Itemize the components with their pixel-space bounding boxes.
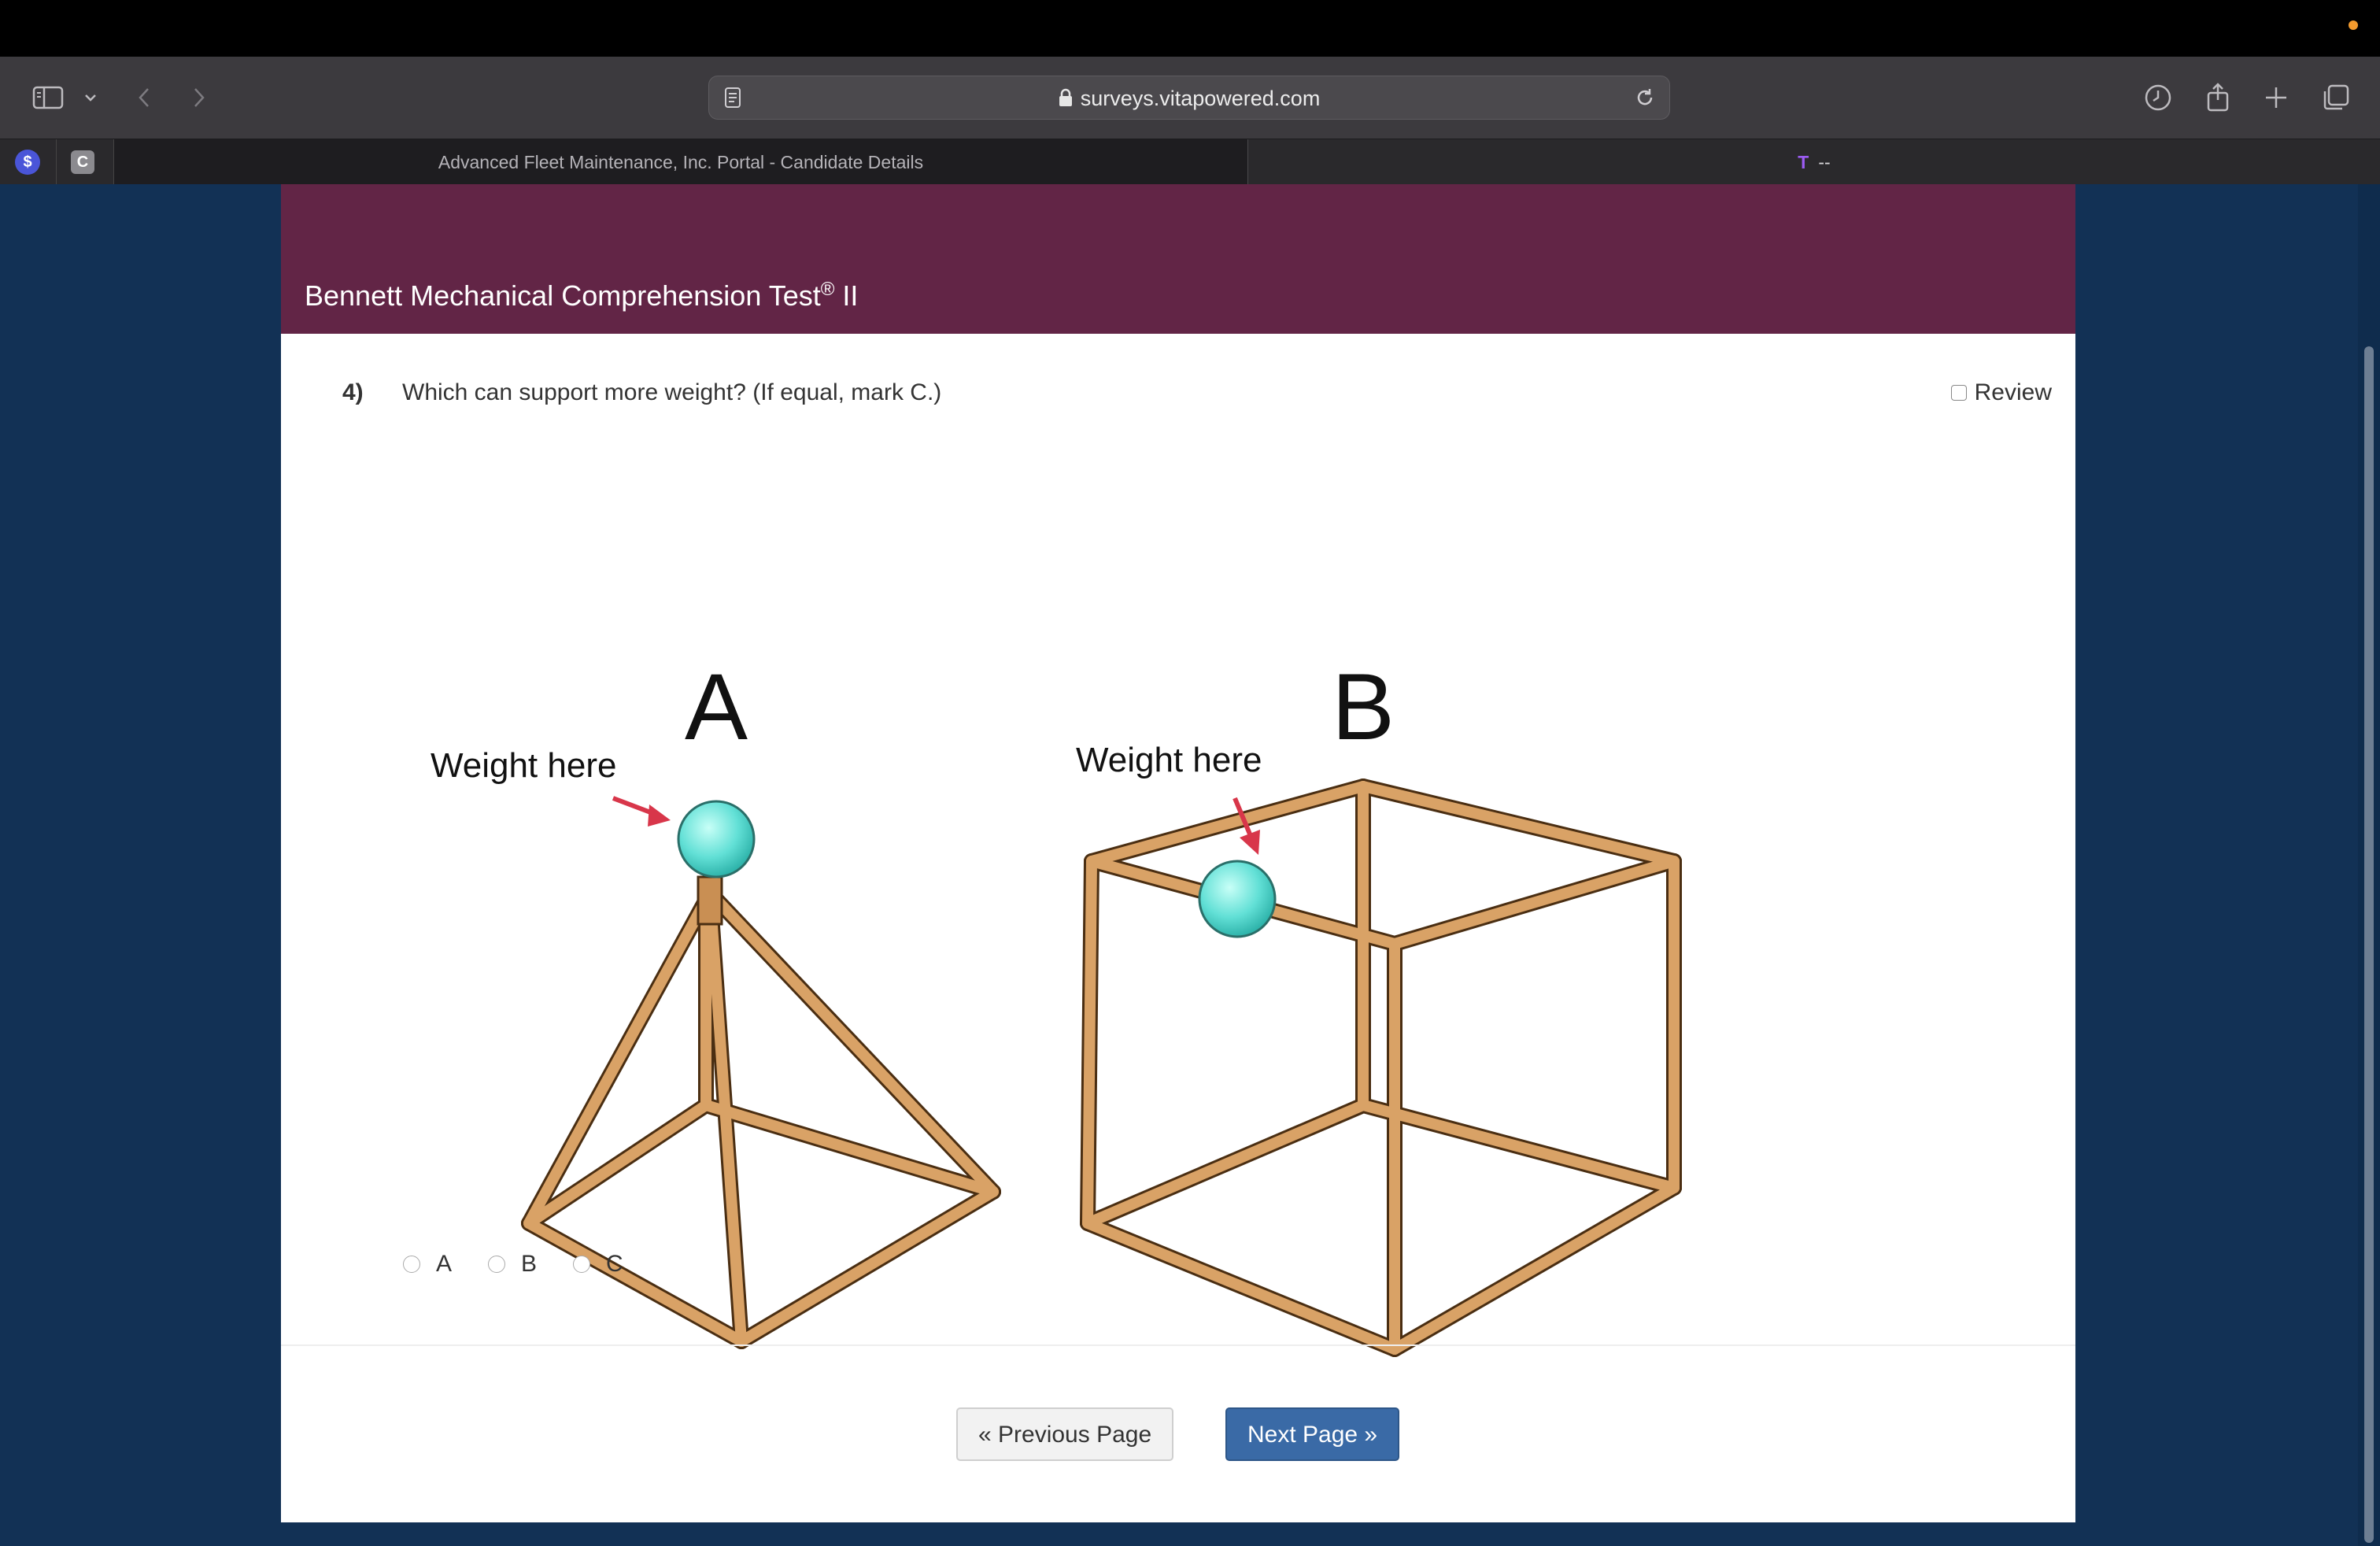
status-dot	[2349, 20, 2358, 30]
title-registered-mark: ®	[820, 279, 835, 300]
tab-divider	[56, 139, 57, 185]
lock-icon	[1059, 78, 1073, 122]
history-icon[interactable]	[2142, 76, 2174, 120]
scrollbar-thumb[interactable]	[2364, 346, 2374, 1543]
pinned-tab-dollar[interactable]: $	[15, 150, 40, 175]
survey-card: Bennett Mechanical Comprehension Test® I…	[281, 184, 2075, 1522]
structure-b	[1080, 779, 1682, 1357]
next-page-button[interactable]: Next Page »	[1225, 1407, 1400, 1461]
tab-candidate-details[interactable]: Advanced Fleet Maintenance, Inc. Portal …	[114, 139, 1248, 185]
figure-label-b: B	[1332, 654, 1395, 760]
option-label: B	[521, 1251, 538, 1277]
pinned-tab-c[interactable]: C	[71, 150, 94, 174]
tab-bar: $ C Advanced Fleet Maintenance, Inc. Por…	[0, 139, 2380, 185]
chevron-down-icon[interactable]	[80, 76, 101, 120]
back-icon[interactable]	[132, 76, 156, 120]
sidebar-icon[interactable]	[30, 76, 66, 120]
option-label: A	[436, 1251, 453, 1277]
review-toggle[interactable]: Review	[1950, 379, 2052, 406]
share-icon[interactable]	[2204, 76, 2232, 120]
pinned-tab-glyph: C	[76, 153, 89, 171]
title-main: Bennett Mechanical Comprehension Test	[305, 279, 821, 312]
weight-ball-b	[1198, 860, 1277, 938]
pinned-tab-glyph: $	[23, 153, 32, 171]
survey-favicon-icon: T	[1798, 152, 1809, 172]
weight-label-a: Weight here	[431, 746, 616, 785]
url-text: surveys.vitapowered.com	[709, 76, 1669, 120]
radio-b[interactable]	[488, 1256, 506, 1273]
forward-icon[interactable]	[187, 76, 211, 120]
tab-survey[interactable]: T --	[1248, 139, 2380, 185]
previous-page-button[interactable]: « Previous Page	[956, 1407, 1174, 1461]
question-figure: A B Weight here Weight here	[431, 654, 1682, 1357]
radio-c[interactable]	[573, 1256, 591, 1273]
arrow-a-head	[648, 804, 671, 827]
option-label: C	[606, 1251, 623, 1277]
option-c[interactable]: C	[573, 1251, 623, 1278]
question-number: 4)	[342, 379, 364, 405]
survey-banner: Bennett Mechanical Comprehension Test® I…	[281, 184, 2075, 334]
review-label: Review	[1974, 379, 2052, 405]
address-bar[interactable]: surveys.vitapowered.com	[708, 76, 1670, 120]
tab-overview-icon[interactable]	[2320, 76, 2352, 120]
title-suffix: II	[834, 279, 859, 312]
option-b[interactable]: B	[488, 1251, 537, 1278]
question-text: Which can support more weight? (If equal…	[402, 379, 942, 405]
browser-toolbar: surveys.vitapowered.com	[0, 57, 2380, 139]
menu-bar	[0, 0, 2380, 57]
option-a[interactable]: A	[403, 1251, 452, 1278]
reload-icon[interactable]	[1633, 86, 1657, 113]
page-content: Bennett Mechanical Comprehension Test® I…	[0, 184, 2380, 1546]
figure-label-a: A	[685, 654, 748, 760]
weight-label-b: Weight here	[1076, 741, 1262, 779]
tab-label: --	[1818, 152, 1831, 172]
section-divider	[281, 1344, 2075, 1346]
new-tab-icon[interactable]	[2262, 76, 2290, 120]
page-title: Bennett Mechanical Comprehension Test® I…	[305, 279, 858, 313]
weight-ball-a	[677, 800, 756, 878]
url-label: surveys.vitapowered.com	[1080, 87, 1321, 110]
radio-a[interactable]	[403, 1256, 420, 1273]
tab-label: Advanced Fleet Maintenance, Inc. Portal …	[438, 152, 924, 172]
review-checkbox[interactable]	[1950, 385, 1967, 401]
answer-options: A B C	[403, 1251, 660, 1278]
